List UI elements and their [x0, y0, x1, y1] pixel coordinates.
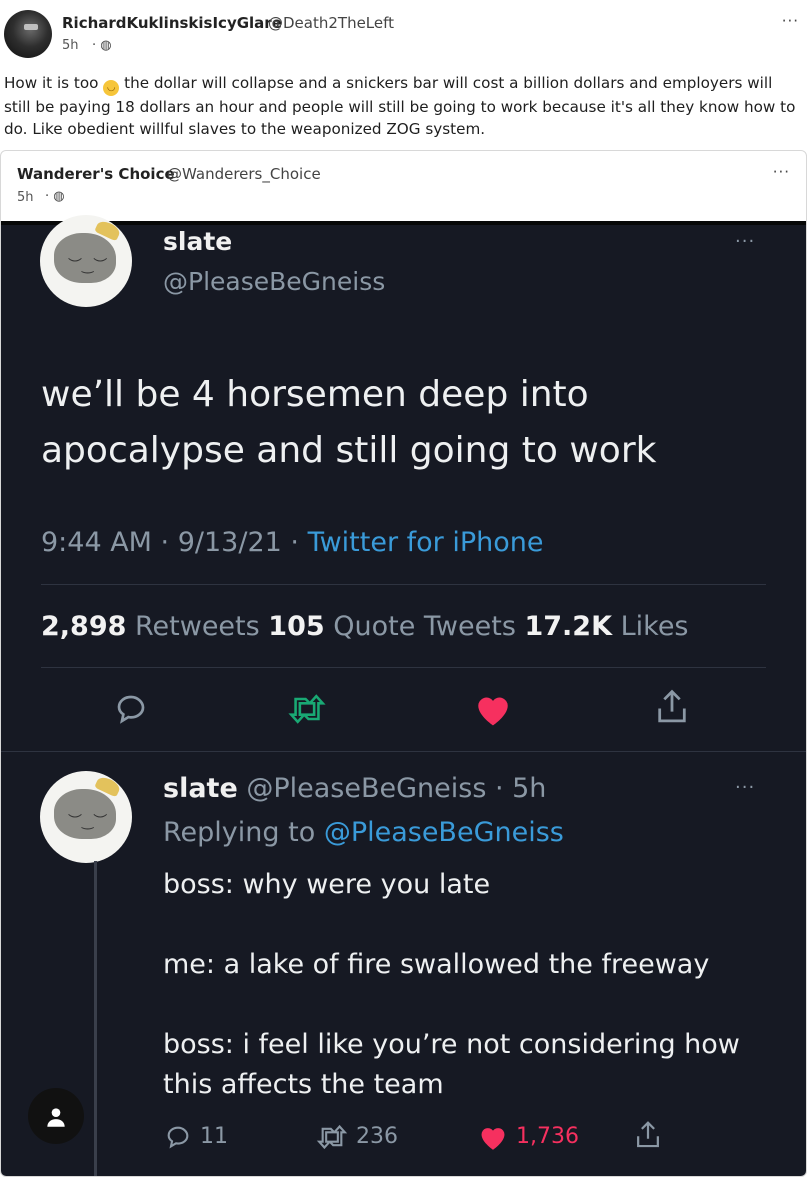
- quote-tweets-count: 105: [268, 611, 325, 642]
- post-text-start: How it is too: [4, 74, 104, 92]
- sleepy-face-icon: ︶‿︶: [68, 814, 108, 830]
- divider: [41, 667, 766, 668]
- quote-tweets-label: Quote Tweets: [324, 611, 525, 642]
- tweet-body-line-2: apocalypse and still going to work: [41, 430, 657, 471]
- divider: [41, 584, 766, 585]
- reply-like-action: 1,736: [477, 1123, 579, 1151]
- tweet-source: Twitter for iPhone: [307, 527, 544, 558]
- author-avatar[interactable]: [4, 10, 52, 58]
- share-icon: [653, 687, 691, 735]
- tweet-body-line-1: we’ll be 4 horsemen deep into: [41, 374, 589, 415]
- tweet-avatar: ︶‿︶: [40, 215, 132, 307]
- reply-reply-count: 11: [200, 1124, 228, 1149]
- tweet-screenshot: ︶‿︶ slate @PleaseBeGneiss ··· we’ll be 4…: [1, 215, 806, 1176]
- user-profile-fab-icon[interactable]: [28, 1088, 84, 1144]
- quoted-more-options-icon[interactable]: ···: [773, 163, 790, 181]
- author-handle[interactable]: @Death2TheLeft: [268, 14, 394, 32]
- quoted-author-handle[interactable]: @Wanderers_Choice: [167, 165, 321, 183]
- tweet-meta: 9:44 AM · 9/13/21 · Twitter for iPhone: [41, 527, 543, 558]
- retweets-label: Retweets: [126, 611, 269, 642]
- reply-retweet-action: 236: [315, 1123, 398, 1151]
- quoted-post-time[interactable]: 5h: [17, 190, 34, 205]
- likes-label: Likes: [612, 611, 689, 642]
- tweet-author-name: slate: [163, 227, 233, 256]
- reply-retweet-count: 236: [356, 1124, 398, 1149]
- tweet-body: we’ll be 4 horsemen deep into apocalypse…: [41, 367, 761, 479]
- reply-reply-action: 11: [163, 1123, 228, 1151]
- more-options-icon[interactable]: ···: [782, 12, 799, 30]
- reply-handle-time: @PleaseBeGneiss · 5h: [237, 773, 547, 804]
- reply-line-2: me: a lake of fire swallowed the freeway: [163, 949, 710, 980]
- reply-icon: [113, 691, 149, 735]
- screenshot-top-edge: [1, 221, 806, 225]
- post-text: How it is too ◡ the dollar will collapse…: [4, 72, 799, 140]
- tweet-stats: 2,898 Retweets 105 Quote Tweets 17.2K Li…: [41, 611, 689, 642]
- post-time[interactable]: 5h: [62, 38, 79, 53]
- heart-icon: [473, 691, 513, 735]
- relieved-face-emoji-icon: ◡: [103, 80, 120, 96]
- retweets-count: 2,898: [41, 611, 127, 642]
- quoted-author-name[interactable]: Wanderer's Choice: [17, 165, 175, 183]
- tweet-timestamp: 9:44 AM · 9/13/21 ·: [41, 527, 308, 558]
- reply-author-name: slate: [163, 773, 238, 804]
- globe-icon: · ◍: [45, 189, 65, 204]
- reply-share-icon: [633, 1119, 663, 1157]
- replying-to: Replying to @PleaseBeGneiss: [163, 817, 564, 848]
- quoted-post[interactable]: Wanderer's Choice @Wanderers_Choice 5h ·…: [0, 150, 807, 1177]
- globe-icon: · ◍: [92, 38, 112, 53]
- replying-to-label: Replying to: [163, 817, 324, 848]
- author-name[interactable]: RichardKuklinskisIcyGlare: [62, 14, 282, 32]
- tweet-author-handle: @PleaseBeGneiss: [163, 267, 386, 296]
- post-text-rest: the dollar will collapse and a snickers …: [4, 74, 796, 138]
- sleepy-face-icon: ︶‿︶: [68, 258, 108, 274]
- reply-line-4: this affects the team: [163, 1069, 444, 1100]
- retweet-icon: [287, 691, 327, 735]
- reply-thread-line: [94, 861, 97, 1176]
- reply-line-1: boss: why were you late: [163, 869, 491, 900]
- likes-count: 17.2K: [524, 611, 613, 642]
- reply-line-3: boss: i feel like you’re not considering…: [163, 1029, 740, 1060]
- replying-to-handle: @PleaseBeGneiss: [323, 817, 564, 848]
- reply-avatar: ︶‿︶: [40, 771, 132, 863]
- reply-more-icon: ···: [735, 777, 756, 798]
- post-header: RichardKuklinskisIcyGlare @Death2TheLeft…: [0, 0, 809, 70]
- reply-like-count: 1,736: [516, 1124, 579, 1149]
- reply-header: slate @PleaseBeGneiss · 5h: [163, 773, 546, 804]
- divider: [1, 751, 806, 752]
- tweet-more-icon: ···: [735, 231, 756, 252]
